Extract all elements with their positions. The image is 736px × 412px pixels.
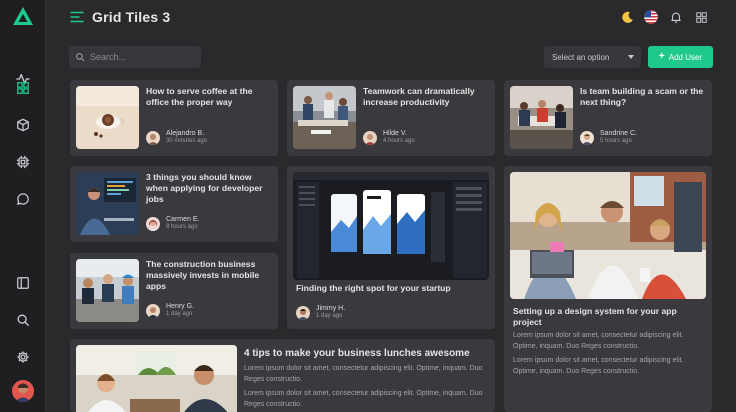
article-card[interactable]: The construction business massively inve… <box>70 253 278 329</box>
topbar: Grid Tiles 3 <box>46 0 736 36</box>
apps-button[interactable] <box>694 10 708 24</box>
sidebar-item-box[interactable] <box>11 113 35 137</box>
article-card[interactable]: Finding the right spot for your startup … <box>287 166 495 329</box>
plus-icon: + <box>658 51 665 62</box>
user-avatar[interactable] <box>12 380 34 402</box>
article-image <box>293 172 489 280</box>
article-card[interactable]: Setting up a design system for your app … <box>504 166 712 412</box>
article-title: 3 things you should know when applying f… <box>146 172 263 204</box>
sidebar-item-chat[interactable] <box>11 187 35 211</box>
avatar <box>296 305 310 320</box>
select-value: Select an option <box>552 52 610 62</box>
author-info: Hilde V. 4 hours ago <box>363 130 415 145</box>
post-time: 1 day ago <box>316 313 343 319</box>
search-box[interactable] <box>69 46 201 68</box>
author-info: Carmen E. 8 hours ago <box>146 216 199 231</box>
cube-icon <box>17 118 29 132</box>
author-name: Carmen E. <box>166 216 200 223</box>
article-card[interactable]: Is team building a scam or the next thin… <box>504 80 712 156</box>
post-time: 5 hours ago <box>600 138 632 144</box>
notifications-button[interactable] <box>669 10 683 24</box>
article-excerpt: Lorem ipsum dolor sit amet, consectetur … <box>513 357 684 375</box>
avatar <box>146 130 160 145</box>
grid-icon <box>17 82 29 94</box>
article-title: The construction business massively inve… <box>146 259 260 291</box>
author-info: Henry G. 1 day ago <box>146 303 194 318</box>
article-card[interactable]: Teamwork can dramatically increase produ… <box>287 80 495 156</box>
article-image <box>76 259 139 322</box>
article-title: Teamwork can dramatically increase produ… <box>363 86 475 107</box>
author-name: Jimmy H. <box>316 305 346 312</box>
add-user-label: Add User <box>668 52 703 62</box>
menu-icon[interactable] <box>70 10 84 24</box>
article-image <box>76 345 237 412</box>
sidebar-item-chip[interactable] <box>11 150 35 174</box>
search-icon <box>17 314 29 326</box>
gear-icon <box>17 351 29 363</box>
article-card[interactable]: 4 tips to make your business lunches awe… <box>70 339 495 412</box>
post-time: 30 minutes ago <box>166 138 208 144</box>
article-title: 4 tips to make your business lunches awe… <box>244 348 470 359</box>
chevron-down-icon <box>628 55 634 59</box>
post-time: 8 hours ago <box>166 224 198 230</box>
search-icon <box>76 53 85 62</box>
cpu-icon <box>16 155 30 169</box>
author-name: Hilde V. <box>383 130 407 137</box>
theme-toggle[interactable] <box>620 10 634 24</box>
author-name: Alejandro B. <box>166 130 205 137</box>
article-excerpt: Lorem ipsum dolor sit amet, consectetur … <box>244 390 483 408</box>
avatar <box>363 130 377 145</box>
sidebar <box>0 0 46 412</box>
author-name: Sandrine C. <box>600 130 637 137</box>
apps-grid-icon <box>695 11 707 23</box>
chat-icon <box>17 193 29 205</box>
article-image <box>76 172 139 235</box>
article-excerpt: Lorem ipsum dolor sit amet, consectetur … <box>244 365 483 383</box>
avatar <box>146 216 160 231</box>
app-root: Grid Tiles 3 Search... Select an option … <box>0 0 736 412</box>
article-excerpt: Lorem ipsum dolor sit amet, consectetur … <box>513 332 684 350</box>
author-info: Sandrine C. 5 hours ago <box>580 130 637 145</box>
option-select[interactable]: Select an option <box>544 46 641 68</box>
sidebar-item-panel[interactable] <box>11 271 35 295</box>
add-user-button[interactable]: + Add User <box>648 46 713 68</box>
post-time: 1 day ago <box>166 311 193 317</box>
post-time: 4 hours ago <box>383 138 415 144</box>
triangle-logo[interactable] <box>13 7 33 25</box>
article-card[interactable]: 3 things you should know when applying f… <box>70 166 278 242</box>
sidebar-item-search[interactable] <box>11 308 35 332</box>
sidebar-item-settings[interactable] <box>11 345 35 369</box>
moon-icon <box>621 11 633 23</box>
article-image <box>76 86 139 149</box>
language-flag[interactable] <box>644 10 658 24</box>
us-flag-icon <box>644 10 658 24</box>
avatar <box>580 130 594 145</box>
article-image <box>510 172 706 299</box>
bell-icon <box>671 12 681 23</box>
article-image <box>293 86 356 149</box>
author-name: Henry G. <box>166 303 195 310</box>
page-title: Grid Tiles 3 <box>92 9 171 25</box>
article-image <box>510 86 573 149</box>
sidebar-panel-icon <box>17 277 29 289</box>
author-info: Alejandro B. 30 minutes ago <box>146 130 207 145</box>
article-title: Setting up a design system for your app … <box>513 306 677 327</box>
sidebar-item-grid[interactable] <box>11 76 35 100</box>
article-title: Finding the right spot for your startup <box>296 283 451 293</box>
article-title: Is team building a scam or the next thin… <box>580 86 704 107</box>
article-title: How to serve coffee at the office the pr… <box>146 86 253 107</box>
author-info: Jimmy H. 1 day ago <box>296 305 345 320</box>
search-input[interactable] <box>90 52 200 62</box>
avatar <box>146 303 160 318</box>
article-card[interactable]: How to serve coffee at the office the pr… <box>70 80 278 156</box>
